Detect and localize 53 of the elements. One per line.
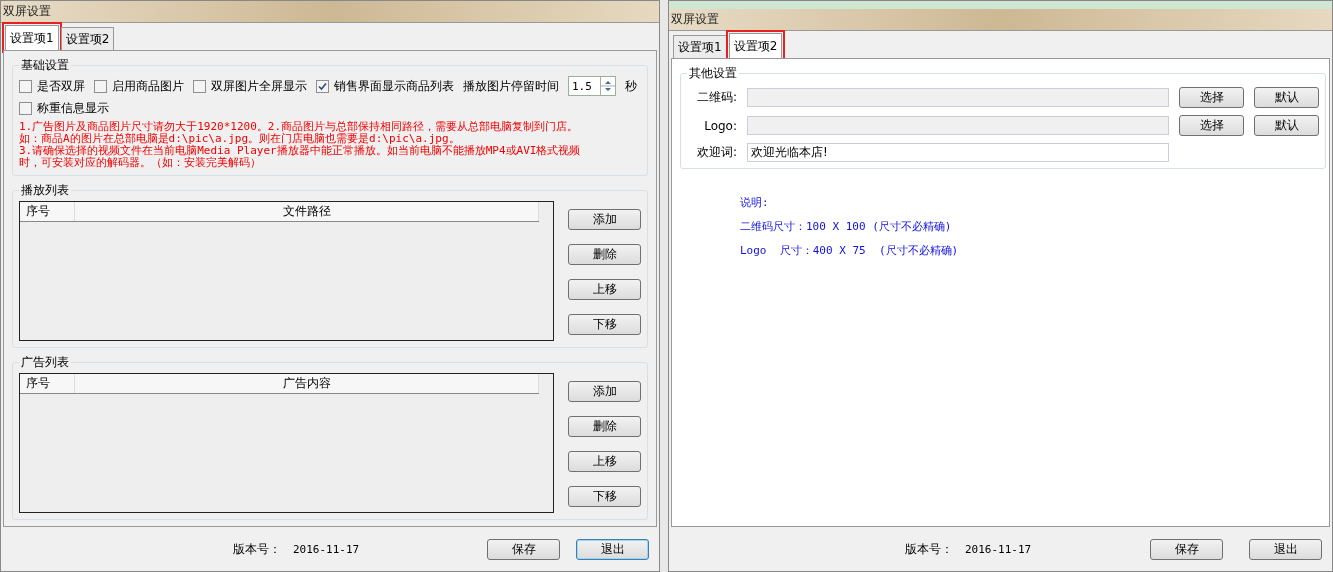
list-button[interactable]: 删除 (568, 416, 641, 437)
tab[interactable]: 设置项1 (673, 35, 727, 58)
note-text: 时，可安装对应的解码器。（如：安装完美解码） (19, 157, 262, 169)
checkbox[interactable]: 称重信息显示 (19, 100, 109, 117)
column-header[interactable]: 文件路径 (75, 202, 539, 221)
group-title: 其他设置 (688, 65, 738, 82)
list-button[interactable]: 下移 (568, 486, 641, 507)
checkmark-icon (318, 81, 327, 91)
list-button[interactable]: 下移 (568, 314, 641, 335)
footer-button[interactable]: 退出 (1249, 538, 1322, 560)
list-table[interactable]: 序号 文件路径 (19, 201, 554, 341)
stay-time-label: 播放图片停留时间 (463, 77, 559, 95)
group-title: 播放列表 (20, 182, 70, 199)
column-header[interactable]: 广告内容 (75, 374, 539, 393)
field-label: 二维码: (695, 89, 737, 106)
note-text: Logo 尺寸：400 X 75 (尺寸不必精确) (740, 245, 960, 257)
input-field[interactable]: 欢迎光临本店! (747, 143, 1169, 162)
group-title: 广告列表 (20, 354, 70, 371)
footer-button[interactable]: 保存 (1150, 538, 1223, 560)
list-button[interactable]: 添加 (568, 209, 641, 230)
checkbox[interactable]: 是否双屏 (19, 77, 85, 95)
note-text: 如：商品A的图片在总部电脑是d:\pic\a.jpg。则在门店电脑也需要是d:\pic\a.jpg。 (19, 133, 461, 145)
group-title: 基础设置 (20, 57, 70, 74)
version-label: 版本号： (905, 540, 953, 558)
checkbox[interactable]: 双屏图片全屏显示 (193, 77, 307, 95)
note-text: 二维码尺寸：100 X 100 (尺寸不必精确) (740, 221, 953, 233)
note-text: 1.广告图片及商品图片尺寸请勿大于1920*1200。2.商品图片与总部保持相同路径，需要从总部电脑复制到门店。 (19, 121, 580, 133)
spin-field[interactable]: 1.5 (568, 76, 616, 96)
footer-button[interactable]: 保存 (487, 538, 560, 560)
list-button[interactable]: 删除 (568, 244, 641, 265)
list-button[interactable]: 添加 (568, 381, 641, 402)
note-text: 说明: (740, 197, 770, 209)
window-title: 双屏设置 (2, 3, 51, 20)
list-button[interactable]: 上移 (568, 279, 641, 300)
window-title: 双屏设置 (670, 11, 719, 28)
tab[interactable]: 设置项2 (60, 27, 115, 50)
list-table[interactable]: 序号 广告内容 (19, 373, 554, 513)
column-header[interactable]: 序号 (20, 202, 75, 221)
field-label: Logo: (703, 118, 737, 133)
checkbox[interactable]: 启用商品图片 (94, 77, 184, 95)
footer-button[interactable]: 退出 (576, 538, 649, 560)
unit-label: 秒 (625, 77, 637, 95)
version-value: 2016-11-17 (293, 542, 360, 556)
tab[interactable]: 设置项1 (5, 25, 59, 50)
version-label: 版本号： (233, 540, 281, 558)
field-label: 欢迎词: (695, 144, 737, 161)
note-text: 3.请确保选择的视频文件在当前电脑Media Player播放器中能正常播放。如当前电脑不能播放MP4或AVI格式视频 (19, 145, 582, 157)
tab[interactable]: 设置项2 (728, 33, 783, 58)
checkbox[interactable]: 销售界面显示商品列表 (316, 77, 454, 95)
version-value: 2016-11-17 (965, 542, 1032, 556)
list-button[interactable]: 上移 (568, 451, 641, 472)
spin-arrows-icon[interactable] (600, 77, 615, 95)
column-header[interactable]: 序号 (20, 374, 75, 393)
